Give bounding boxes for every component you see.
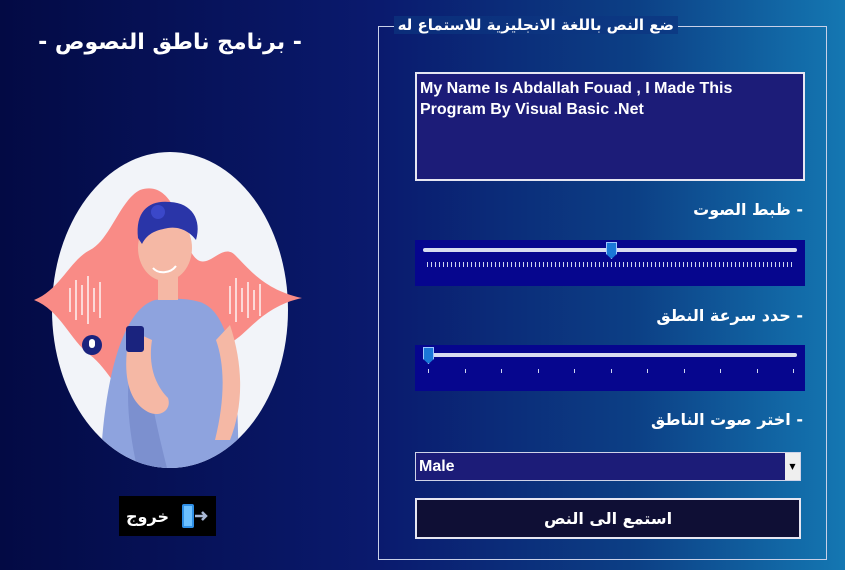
rate-slider[interactable] — [415, 345, 805, 391]
chevron-down-icon[interactable]: ▼ — [785, 453, 800, 480]
rate-tick — [428, 369, 429, 373]
voice-select-value: Male — [419, 457, 455, 475]
voice-select[interactable]: Male ▼ — [415, 452, 801, 481]
rate-tick — [501, 369, 502, 373]
rate-tick — [756, 369, 758, 373]
rate-thumb[interactable] — [423, 347, 434, 364]
exit-door-icon — [181, 504, 208, 528]
volume-slider[interactable] — [415, 240, 805, 286]
volume-ticks — [427, 262, 793, 267]
volume-thumb[interactable] — [606, 242, 617, 259]
group-title: ضع النص باللغة الانجليزية للاستماع له — [393, 16, 678, 34]
rate-tick — [537, 369, 539, 373]
rate-tick — [610, 369, 612, 373]
text-input[interactable]: My Name Is Abdallah Fouad , I Made This … — [415, 72, 805, 181]
rate-track — [423, 353, 797, 357]
volume-label: - ظبط الصوت — [693, 200, 803, 219]
rate-tick — [683, 369, 685, 373]
voice-label: - اختر صوت الناطق — [651, 410, 803, 429]
rate-label: - حدد سرعة النطق — [656, 306, 803, 325]
exit-button-label: خروج — [126, 506, 169, 526]
rate-tick — [647, 369, 648, 373]
rate-tick — [574, 369, 575, 373]
speaking-person-illustration — [34, 152, 302, 468]
exit-button[interactable]: خروج — [119, 496, 216, 536]
rate-tick — [464, 369, 466, 373]
rate-tick — [793, 369, 794, 373]
app-title: - برنامج ناطق النصوص - — [38, 30, 302, 55]
listen-button[interactable]: استمع الى النص — [415, 498, 801, 539]
rate-tick — [720, 369, 721, 373]
